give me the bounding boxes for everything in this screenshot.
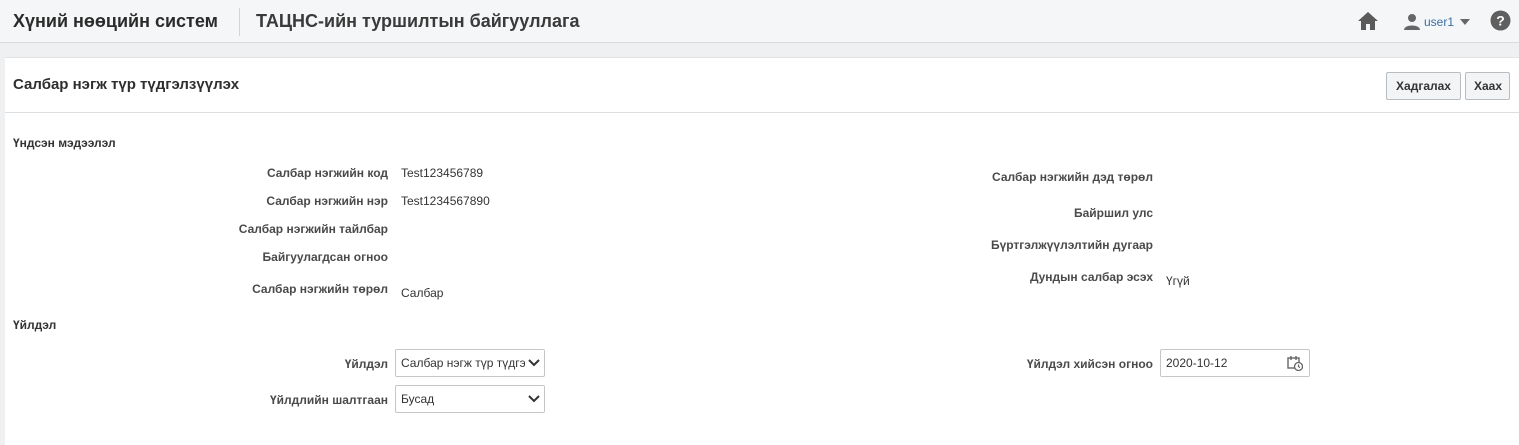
panel-header: Салбар нэгж түр түдгэлзүүлэх Хадгалах Ха… [5, 58, 1519, 113]
home-icon[interactable] [1357, 11, 1379, 31]
user-menu[interactable]: user1 [1403, 12, 1471, 32]
svg-text:?: ? [1496, 13, 1505, 29]
field-label-registration-number: Бүртгэлжүүлэлтийн дугаар [990, 238, 1153, 252]
field-label-description: Салбар нэгжийн тайлбар [238, 222, 388, 236]
reason-select-value: Бусад [401, 392, 435, 406]
reason-select[interactable]: Бусад [395, 385, 545, 413]
caret-down-icon [1460, 19, 1471, 25]
reason-label: Үйлдлийн шалтгаан [269, 393, 388, 407]
field-label-name: Салбар нэгжийн нэр [266, 194, 388, 208]
field-label-code: Салбар нэгжийн код [266, 166, 388, 180]
field-label-shared-branch: Дундын салбар эсэх [1029, 270, 1153, 284]
section-title-basic-info: Үндсэн мэдээлэл [13, 136, 116, 150]
top-bar: Хүний нөөцийн систем ТАЦНС-ийн туршилтын… [0, 0, 1519, 43]
action-date-label: Үйлдэл хийсэн огноо [1026, 357, 1153, 371]
section-title-action: Үйлдэл [13, 318, 57, 332]
field-label-sub-type: Салбар нэгжийн дэд төрөл [992, 170, 1153, 184]
field-label-unit-type: Салбар нэгжийн төрөл [252, 282, 388, 296]
field-value-name: Test1234567890 [401, 194, 490, 208]
action-select-value: Салбар нэгж түр түдгэлзүүлэх [401, 356, 525, 370]
field-label-established-date: Байгуулагдсан огноо [262, 250, 388, 264]
field-value-code: Test123456789 [401, 166, 484, 180]
calendar-icon[interactable] [1287, 355, 1303, 371]
field-value-shared-branch: Үгүй [1166, 274, 1190, 288]
chevron-down-icon [528, 395, 540, 403]
action-date-field[interactable]: 2020-10-12 [1160, 349, 1310, 377]
chevron-down-icon [528, 359, 540, 367]
action-select[interactable]: Салбар нэгж түр түдгэлзүүлэх [395, 349, 545, 377]
user-icon [1404, 14, 1420, 30]
page-title: Салбар нэгж түр түдгэлзүүлэх [13, 76, 240, 93]
field-value-unit-type: Салбар [401, 286, 444, 300]
user-name[interactable]: user1 [1424, 15, 1454, 29]
organization-title: ТАЦНС-ийн туршилтын байгууллага [256, 11, 580, 31]
save-button[interactable]: Хадгалах [1386, 72, 1461, 100]
action-label: Үйлдэл [344, 357, 388, 371]
action-date-value: 2020-10-12 [1166, 356, 1228, 370]
app-title: Хүний нөөцийн систем [13, 11, 218, 31]
topbar-divider [239, 8, 240, 36]
close-button[interactable]: Хаах [1465, 72, 1510, 100]
main-panel: Салбар нэгж түр түдгэлзүүлэх Хадгалах Ха… [5, 57, 1519, 445]
help-icon[interactable]: ? [1490, 10, 1511, 31]
field-label-country: Байршил улс [1074, 206, 1153, 220]
